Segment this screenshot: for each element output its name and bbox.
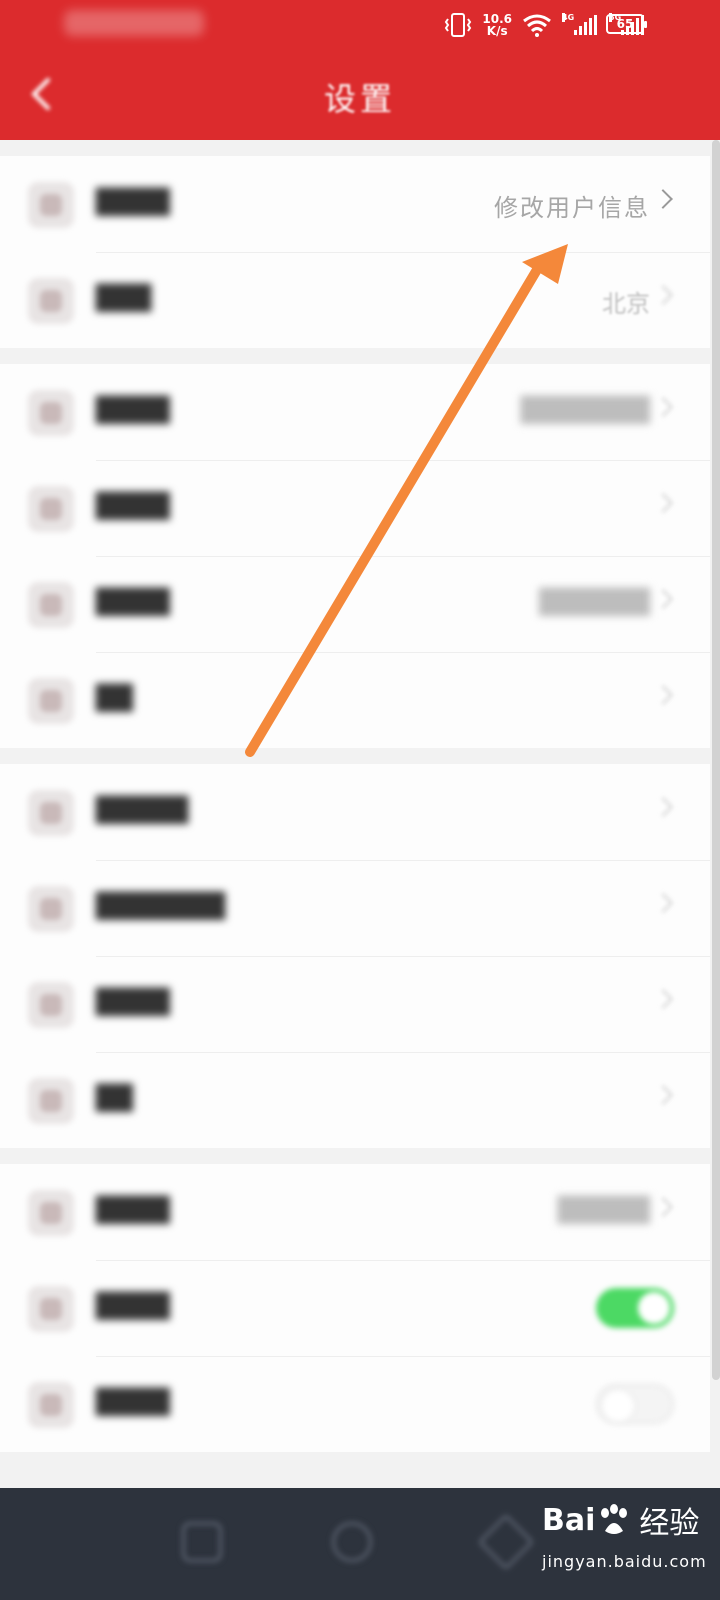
battery-level: 65 (616, 17, 634, 31)
watermark-url: jingyan.baidu.com (542, 1552, 707, 1571)
shield-icon (28, 790, 74, 836)
setting-value-blurred: ███████ (520, 396, 650, 424)
chevron-right-icon (653, 189, 673, 209)
setting-label-blurred: ██ (96, 684, 133, 712)
header: 设置 (0, 52, 720, 140)
document-icon (28, 678, 74, 724)
status-bar: 10.6 K/s 4G 5G 65 (0, 0, 720, 52)
toggle-knob (638, 1292, 670, 1324)
info-icon (28, 1078, 74, 1124)
chevron-right-icon (653, 1197, 673, 1217)
setting-row[interactable]: ████ ███████ (0, 364, 710, 460)
chevron-right-icon (653, 1085, 673, 1105)
setting-row[interactable]: ████ (0, 460, 710, 556)
wifi-icon (523, 14, 551, 37)
setting-label-blurred: █████ (96, 796, 189, 824)
chevron-right-icon (653, 797, 673, 817)
chevron-right-icon (653, 989, 673, 1009)
chevron-right-icon (653, 893, 673, 913)
signal-sim1-icon: 4G (562, 13, 597, 35)
setting-row[interactable]: ███████ (0, 860, 710, 956)
setting-row-toggle-on: ████ (0, 1260, 710, 1356)
setting-row-toggle-off: ████ (0, 1356, 710, 1452)
watermark-logo: Bai 经验 (542, 1498, 699, 1542)
agreement-icon (28, 982, 74, 1028)
setting-label-blurred: ████ (96, 1196, 170, 1224)
setting-value-blurred: ██████ (539, 588, 650, 616)
toggle-switch-off[interactable] (596, 1384, 674, 1424)
toggle-switch-on[interactable] (596, 1288, 674, 1328)
setting-label-blurred: ████ (96, 492, 170, 520)
net-speed: 10.6 K/s (482, 13, 512, 37)
setting-label-blurred: ███████ (96, 892, 226, 920)
battery-icon: 65 (606, 14, 647, 34)
setting-value-user-info: 修改用户信息 (494, 194, 650, 222)
setting-row[interactable]: ████ █████ (0, 1164, 710, 1260)
scrollbar[interactable] (712, 140, 720, 1380)
setting-label-blurred: ████ (96, 188, 170, 216)
net-speed-unit: K/s (486, 24, 508, 38)
paw-icon (597, 1503, 631, 1537)
setting-row[interactable]: ██ (0, 652, 710, 748)
watermark-logo-right: 经验 (639, 1506, 700, 1541)
home-button[interactable] (332, 1522, 372, 1562)
setting-label-blurred: ████ (96, 1292, 170, 1320)
status-time-blurred (64, 10, 204, 36)
chevron-right-icon (653, 285, 673, 305)
chevron-right-icon (653, 589, 673, 609)
settings-icon (28, 486, 74, 532)
setting-label-blurred: ████ (96, 588, 170, 616)
setting-row[interactable]: ████ (0, 956, 710, 1052)
page-title: 设置 (323, 80, 396, 118)
setting-label-blurred: ████ (96, 988, 170, 1016)
bell-icon (28, 1286, 74, 1332)
toggle-knob (602, 1390, 634, 1422)
baidu-watermark: Bai 经验 jingyan.baidu.com (542, 1490, 712, 1590)
cache-icon (28, 1190, 74, 1236)
setting-row[interactable]: █████ (0, 764, 710, 860)
location-icon (28, 278, 74, 324)
setting-label-blurred: ██ (96, 1084, 133, 1112)
setting-label-blurred: ███ (96, 284, 152, 312)
settings-list: ████ 修改用户信息 ███ 北京 ████ ███████ ████ ███… (0, 156, 710, 1468)
settings-group-account: ████ 修改用户信息 ███ 北京 (0, 156, 710, 348)
setting-value-blurred: █████ (557, 1196, 650, 1224)
chevron-right-icon (653, 685, 673, 705)
setting-row-user-info[interactable]: ████ 修改用户信息 (0, 156, 710, 252)
setting-row[interactable]: ██ (0, 1052, 710, 1148)
mail-icon (28, 1382, 74, 1428)
chevron-right-icon (653, 493, 673, 513)
message-icon (28, 582, 74, 628)
phone-icon (28, 390, 74, 436)
privacy-icon (28, 886, 74, 932)
setting-row[interactable]: ████ ██████ (0, 556, 710, 652)
setting-label-blurred: ████ (96, 1388, 170, 1416)
user-icon (28, 182, 74, 228)
setting-row-city[interactable]: ███ 北京 (0, 252, 710, 348)
settings-group-2: ████ ███████ ████ ████ ██████ ██ (0, 364, 710, 748)
watermark-logo-left: Bai (542, 1502, 596, 1538)
vibrate-icon (445, 13, 472, 37)
system-back-button[interactable] (477, 1513, 535, 1571)
chevron-right-icon (653, 397, 673, 417)
settings-group-4: ████ █████ ████ ████ (0, 1164, 710, 1452)
sim1-tag: 4G (562, 13, 575, 22)
setting-value-city: 北京 (602, 290, 650, 318)
settings-group-3: █████ ███████ ████ ██ (0, 764, 710, 1148)
setting-label-blurred: ████ (96, 396, 170, 424)
recent-apps-button[interactable] (182, 1522, 222, 1562)
